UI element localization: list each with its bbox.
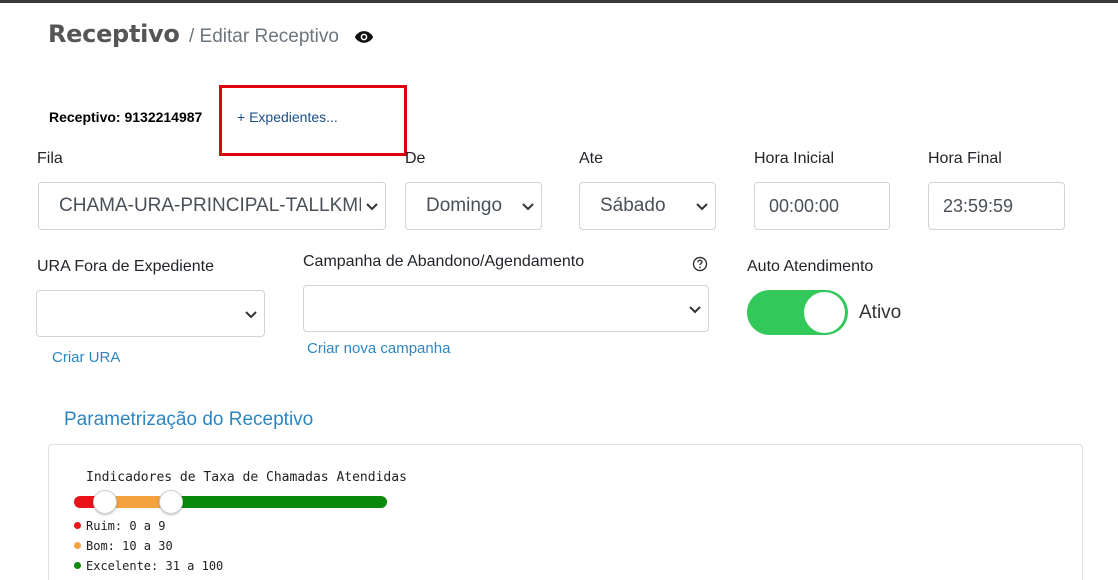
fila-label: Fila bbox=[37, 150, 63, 167]
auto-atendimento-toggle[interactable] bbox=[747, 290, 848, 335]
legend-bom: Bom: 10 a 30 bbox=[74, 539, 173, 553]
slider-handle-high[interactable] bbox=[159, 490, 184, 514]
legend-dot-bom bbox=[74, 542, 81, 549]
ate-select[interactable]: Sábado bbox=[579, 182, 716, 230]
help-circle-icon[interactable] bbox=[692, 256, 708, 272]
chevron-down-icon bbox=[245, 311, 257, 319]
legend-dot-ruim bbox=[74, 522, 81, 529]
highlight-annotation-box bbox=[219, 85, 407, 156]
receptivo-number-label: Receptivo: 9132214987 bbox=[49, 109, 203, 125]
page-title: Receptivo bbox=[48, 20, 180, 48]
rate-slider-track[interactable] bbox=[74, 496, 387, 508]
chevron-down-icon bbox=[689, 306, 701, 314]
criar-campanha-link[interactable]: Criar nova campanha bbox=[307, 340, 450, 357]
chevron-down-icon bbox=[522, 203, 534, 211]
legend-excelente-label: Excelente: 31 a 100 bbox=[86, 559, 224, 573]
de-select[interactable]: Domingo bbox=[405, 182, 542, 230]
de-label: De bbox=[405, 150, 426, 167]
parametrizacao-title: Parametrização do Receptivo bbox=[64, 409, 314, 430]
top-border bbox=[0, 0, 1118, 3]
hora-final-input[interactable]: 23:59:59 bbox=[928, 182, 1065, 230]
legend-excelente: Excelente: 31 a 100 bbox=[74, 559, 223, 573]
fila-select-value: CHAMA-URA-PRINCIPAL-TALLKMED bbox=[59, 195, 361, 216]
eye-icon[interactable] bbox=[354, 29, 374, 45]
hora-final-label: Hora Final bbox=[928, 150, 1002, 167]
legend-dot-excelente bbox=[74, 562, 81, 569]
ate-label: Ate bbox=[579, 150, 604, 167]
campanha-label: Campanha de Abandono/Agendamento bbox=[303, 253, 585, 270]
fila-select[interactable]: CHAMA-URA-PRINCIPAL-TALLKMED bbox=[38, 182, 386, 230]
hora-inicial-input[interactable]: 00:00:00 bbox=[754, 182, 890, 230]
auto-atendimento-state: Ativo bbox=[859, 302, 902, 323]
criar-ura-link[interactable]: Criar URA bbox=[52, 349, 120, 366]
legend-ruim-label: Ruim: 0 a 9 bbox=[86, 519, 166, 533]
indicator-title: Indicadores de Taxa de Chamadas Atendida… bbox=[86, 470, 407, 485]
ura-fora-label: URA Fora de Expediente bbox=[37, 258, 214, 275]
breadcrumb: / Editar Receptivo bbox=[189, 26, 339, 47]
toggle-knob bbox=[804, 292, 845, 333]
ura-fora-select[interactable] bbox=[36, 290, 265, 337]
hora-inicial-label: Hora Inicial bbox=[754, 150, 835, 167]
legend-ruim: Ruim: 0 a 9 bbox=[74, 519, 165, 533]
auto-atendimento-label: Auto Atendimento bbox=[747, 258, 874, 275]
ate-select-value: Sábado bbox=[600, 195, 666, 216]
legend-bom-label: Bom: 10 a 30 bbox=[86, 539, 173, 553]
de-select-value: Domingo bbox=[426, 195, 503, 216]
chevron-down-icon bbox=[696, 203, 708, 211]
chevron-down-icon bbox=[366, 203, 378, 211]
slider-segment-excelente bbox=[171, 496, 387, 508]
campanha-select[interactable] bbox=[303, 285, 709, 332]
